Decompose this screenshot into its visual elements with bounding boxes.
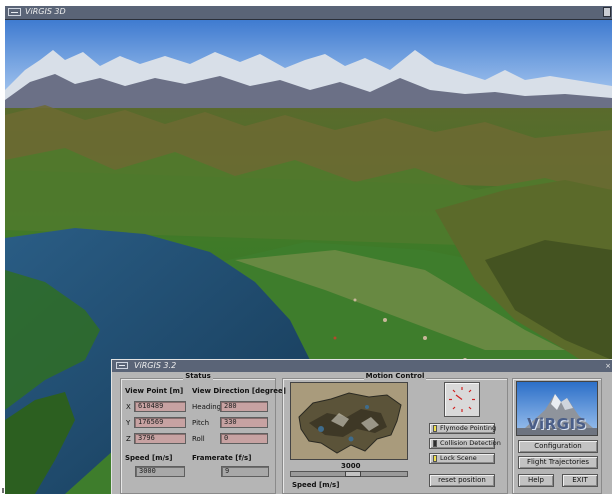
status-heading: Status: [183, 372, 213, 380]
y-label: Y: [126, 419, 131, 427]
panel-titlebar[interactable]: ViRGIS 3.2 ×: [112, 360, 612, 372]
lock-scene-toggle[interactable]: Lock Scene: [429, 453, 495, 464]
motion-control-heading: Motion Control: [363, 372, 427, 380]
speed-field: 3000: [135, 466, 185, 477]
control-panel-window: ViRGIS 3.2 × Status View Point [m] X 610…: [111, 359, 612, 494]
pitch-label: Pitch: [192, 419, 210, 427]
collision-label: Collision Detection: [440, 439, 501, 447]
flight-trajectories-button[interactable]: Flight Trajectories: [518, 456, 598, 469]
speed-slider-handle[interactable]: [345, 471, 361, 477]
x-label: X: [126, 403, 131, 411]
window-titlebar[interactable]: ViRGIS 3D: [5, 6, 612, 20]
roll-field[interactable]: 0: [220, 433, 268, 444]
lock-scene-label: Lock Scene: [440, 454, 477, 462]
window-menu-icon[interactable]: [8, 8, 21, 16]
desktop-mark: [2, 488, 4, 493]
z-field[interactable]: 3796: [134, 433, 186, 444]
window-title: ViRGIS 3D: [25, 7, 66, 16]
logo-text: ViRGIS: [527, 415, 587, 433]
virgis-logo: ViRGIS: [516, 381, 598, 436]
lock-scene-indicator: [433, 455, 437, 462]
view-point-heading: View Point [m]: [125, 387, 184, 395]
panel-title: ViRGIS 3.2: [134, 361, 177, 370]
collision-indicator: [433, 440, 437, 447]
window-maximize-icon[interactable]: [603, 7, 611, 17]
speed-slider[interactable]: [290, 471, 408, 477]
panel-close-icon[interactable]: ×: [605, 362, 611, 370]
framerate-field: 9: [221, 466, 269, 477]
speed-heading: Speed [m/s]: [125, 454, 173, 462]
configuration-button[interactable]: Configuration: [518, 440, 598, 453]
help-button[interactable]: Help: [518, 474, 554, 487]
y-field[interactable]: 176569: [134, 417, 186, 428]
heading-label: Heading: [192, 403, 222, 411]
reset-position-button[interactable]: reset position: [429, 474, 495, 487]
panel-menu-icon[interactable]: [116, 362, 128, 369]
switzerland-map-thumbnail[interactable]: [290, 382, 408, 460]
pitch-field[interactable]: 330: [220, 417, 268, 428]
framerate-heading: Framerate [f/s]: [192, 454, 252, 462]
motion-speed-label: Speed [m/s]: [292, 481, 340, 489]
collision-detection-toggle[interactable]: Collision Detection: [429, 438, 501, 449]
flymode-indicator: [433, 425, 437, 432]
heading-field[interactable]: 280: [220, 401, 268, 412]
view-direction-heading: View Direction [degree]: [192, 387, 286, 395]
roll-label: Roll: [192, 435, 205, 443]
z-label: Z: [126, 435, 131, 443]
flymode-label: Flymode Pointing: [440, 424, 497, 432]
motion-speed-value: 3000: [341, 462, 361, 470]
exit-button[interactable]: EXIT: [562, 474, 598, 487]
x-field[interactable]: 610489: [134, 401, 186, 412]
flymode-pointing-toggle[interactable]: Flymode Pointing: [429, 423, 497, 434]
direction-indicator[interactable]: [444, 382, 480, 417]
